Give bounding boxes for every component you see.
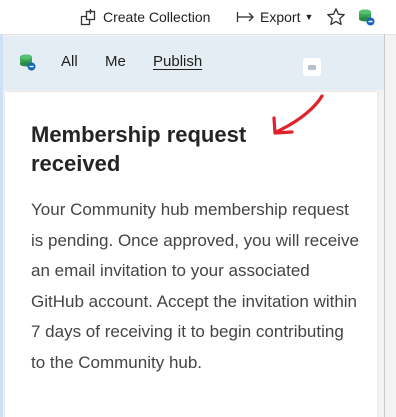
pane-border — [384, 34, 385, 417]
community-hub-button[interactable] — [356, 6, 376, 28]
collection-icon — [80, 8, 98, 26]
community-hub-icon — [17, 52, 37, 77]
left-accent-bar — [0, 34, 3, 417]
tab-me[interactable]: Me — [105, 53, 126, 70]
hub-pane-header: All Me Publish — [3, 36, 384, 90]
create-collection-button[interactable]: Create Collection — [80, 6, 210, 28]
star-icon — [326, 7, 346, 27]
tab-publish[interactable]: Publish — [153, 53, 202, 70]
community-hub-icon — [356, 7, 376, 27]
create-collection-label: Create Collection — [103, 9, 211, 25]
tab-all[interactable]: All — [61, 53, 78, 70]
minimize-button[interactable] — [303, 58, 321, 76]
export-label: Export — [260, 9, 301, 25]
top-toolbar: Create Collection Export ▼ — [0, 0, 396, 35]
chevron-down-icon: ▼ — [304, 12, 314, 22]
favorite-button[interactable] — [326, 6, 346, 28]
annotation-arrow-icon — [272, 94, 324, 135]
notice-body: Your Community hub membership request is… — [31, 200, 359, 372]
export-arrow-icon — [236, 10, 256, 24]
export-button[interactable]: Export ▼ — [236, 6, 313, 28]
minimize-icon — [308, 64, 316, 70]
